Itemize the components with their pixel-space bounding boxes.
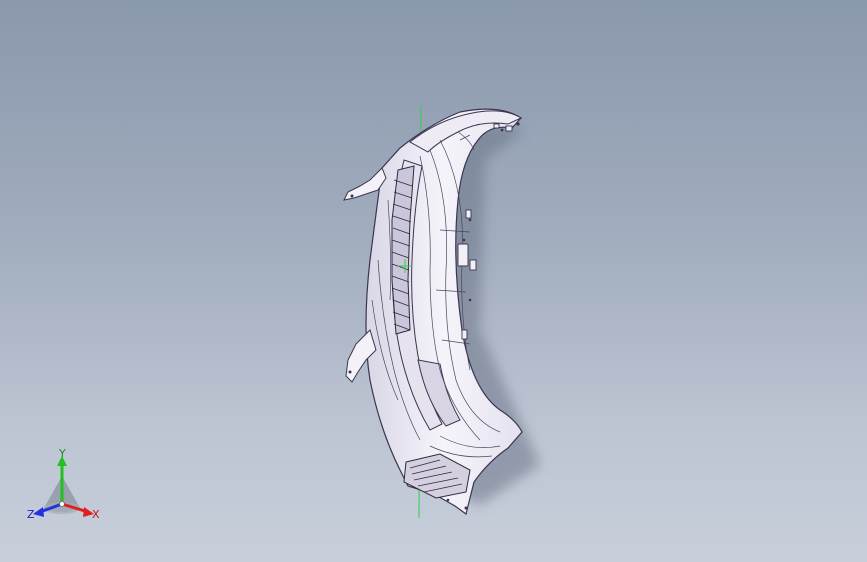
bumper-outer-shell[interactable] [365, 108, 523, 516]
triad-z-label: Z [27, 508, 35, 521]
triad-y-label: Y [58, 447, 66, 460]
bumper-model[interactable] [0, 0, 867, 562]
graphics-viewport[interactable]: Y X Z [0, 0, 867, 562]
triad-z-arrow [33, 507, 44, 517]
triad-origin [59, 501, 65, 507]
triad-x-label: X [92, 508, 100, 521]
orientation-triad[interactable]: Y X Z [26, 446, 106, 526]
